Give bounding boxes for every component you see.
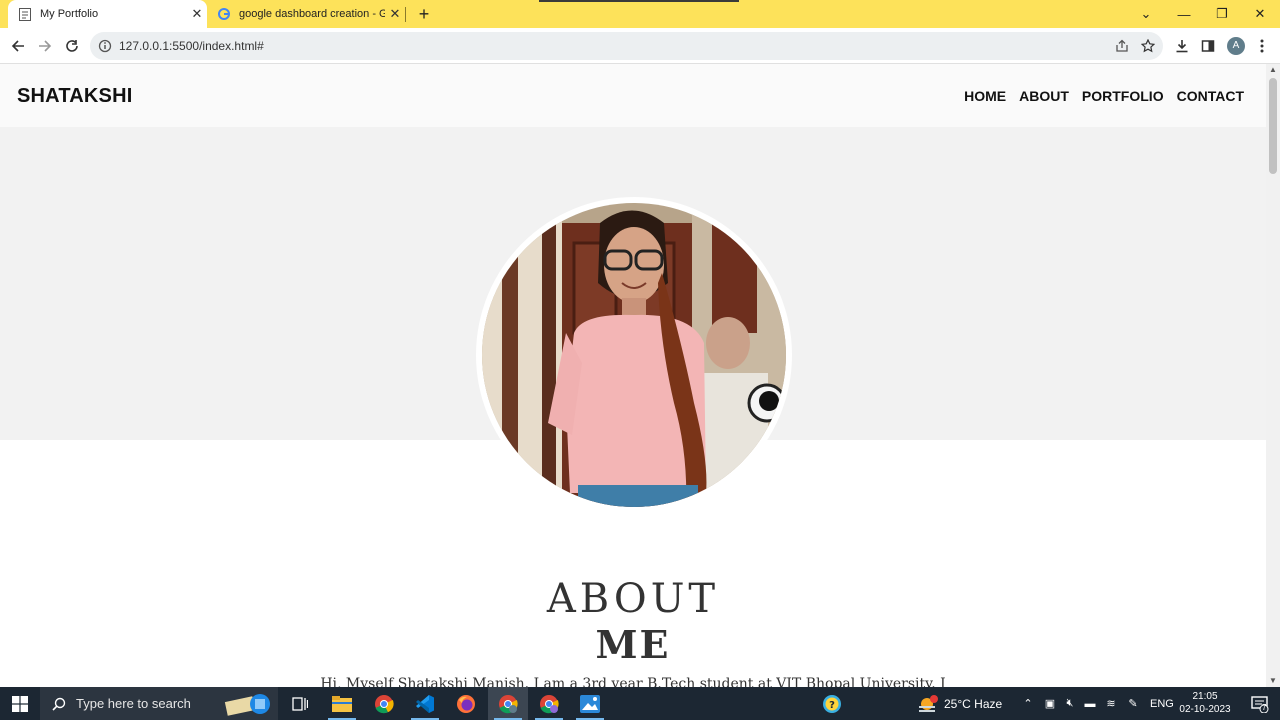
tab-google-dashboard[interactable]: google dashboard creation - Go ✕ [207, 0, 405, 28]
weather-text: 25°C Haze [944, 696, 1003, 711]
vscode-icon[interactable] [405, 687, 445, 720]
notification-center-icon[interactable]: 7 [1240, 687, 1280, 720]
page-icon [18, 7, 32, 21]
tab-strip: My Portfolio ✕ google dashboard creation… [0, 0, 1280, 28]
file-explorer-icon[interactable] [322, 687, 362, 720]
scrollbar-thumb[interactable] [1269, 78, 1277, 174]
profile-photo [482, 203, 786, 507]
tab-title: google dashboard creation - Go [239, 8, 385, 20]
wifi-icon[interactable]: ≋ [1100, 697, 1122, 710]
new-tab-icon[interactable]: + [414, 4, 434, 24]
about-heading: ABOUT [546, 576, 720, 622]
clock-time: 21:05 [1192, 691, 1218, 702]
weather-haze-icon [919, 694, 938, 712]
nav-contact[interactable]: CONTACT [1177, 88, 1244, 104]
bookmark-star-icon[interactable] [1140, 38, 1156, 53]
meet-now-icon[interactable]: ▣ [1040, 697, 1060, 710]
chrome-icon[interactable] [364, 687, 404, 720]
forward-arrow-icon[interactable] [33, 34, 57, 58]
about-paragraph: Hi, Myself Shatakshi Manish. I am a 3rd … [320, 676, 946, 687]
close-tab-icon[interactable]: ✕ [187, 6, 207, 22]
taskbar: Type here to search ? 25°C Haze ⌃ ▣ 🔇︎ ▬… [0, 687, 1280, 720]
scroll-down-icon[interactable]: ▼ [1266, 675, 1280, 687]
tab-my-portfolio[interactable]: My Portfolio ✕ [8, 0, 207, 28]
show-hidden-icons-chevron-icon[interactable]: ⌃ [1020, 697, 1036, 710]
battery-icon[interactable]: ▬ [1080, 698, 1100, 710]
volume-muted-icon[interactable]: 🔇︎ [1060, 697, 1080, 710]
site-logo[interactable]: SHATAKSHI [17, 85, 133, 108]
svg-text:?: ? [829, 700, 835, 711]
nav-home[interactable]: HOME [964, 88, 1006, 104]
download-icon[interactable] [1173, 37, 1191, 55]
task-view-icon[interactable] [280, 687, 320, 720]
taskbar-search[interactable]: Type here to search [40, 687, 278, 720]
help-icon[interactable]: ? [812, 687, 852, 720]
chrome-profile-icon[interactable] [488, 687, 528, 720]
site-info-icon[interactable] [98, 39, 112, 53]
tab-title: My Portfolio [40, 8, 99, 20]
page-viewport: SHATAKSHI HOME ABOUT PORTFOLIO CONTACT A… [0, 64, 1266, 687]
back-arrow-icon[interactable] [6, 34, 30, 58]
photos-app-icon[interactable] [570, 687, 610, 720]
clock-date: 02-10-2023 [1179, 704, 1231, 715]
tab-strip-accent [539, 0, 739, 2]
more-menu-icon[interactable] [1253, 37, 1271, 55]
close-window-icon[interactable]: ✕ [1241, 0, 1279, 28]
chrome-second-profile-icon[interactable] [529, 687, 569, 720]
tab-separator [405, 7, 406, 22]
minimize-icon[interactable]: — [1165, 0, 1203, 28]
system-tray: ⌃ ▣ 🔇︎ ▬ ≋ ✎ ENG [1020, 687, 1173, 720]
reload-icon[interactable] [60, 34, 84, 58]
tab-search-chevron-icon[interactable]: ⌄ [1127, 0, 1165, 28]
about-subheading: ME [595, 622, 671, 667]
search-icon [52, 697, 66, 711]
share-icon[interactable] [1115, 39, 1129, 53]
firefox-icon[interactable] [446, 687, 486, 720]
notification-count: 7 [1262, 703, 1267, 712]
google-icon [217, 7, 231, 21]
site-nav: HOME ABOUT PORTFOLIO CONTACT [964, 88, 1244, 104]
windows-start-icon[interactable] [0, 687, 40, 720]
site-header: SHATAKSHI HOME ABOUT PORTFOLIO CONTACT [0, 64, 1266, 127]
weather-widget[interactable]: 25°C Haze [918, 687, 1002, 720]
page-scrollbar[interactable]: ▲ ▼ [1266, 64, 1280, 687]
profile-avatar[interactable]: A [1227, 37, 1245, 55]
restore-icon[interactable]: ❐ [1203, 0, 1241, 28]
scroll-up-icon[interactable]: ▲ [1266, 64, 1280, 76]
side-panel-icon[interactable] [1199, 37, 1217, 55]
close-tab-icon[interactable]: ✕ [385, 6, 405, 22]
url-text: 127.0.0.1:5500/index.html# [119, 39, 264, 53]
address-bar[interactable]: 127.0.0.1:5500/index.html# [90, 32, 1163, 60]
pen-icon[interactable]: ✎ [1122, 697, 1144, 710]
browser-toolbar: 127.0.0.1:5500/index.html# A [0, 28, 1280, 64]
nav-portfolio[interactable]: PORTFOLIO [1082, 88, 1164, 104]
search-placeholder: Type here to search [76, 696, 191, 711]
taskbar-clock[interactable]: 21:05 02-10-2023 [1170, 690, 1240, 716]
nav-about[interactable]: ABOUT [1019, 88, 1069, 104]
search-highlight-icon [224, 694, 270, 716]
